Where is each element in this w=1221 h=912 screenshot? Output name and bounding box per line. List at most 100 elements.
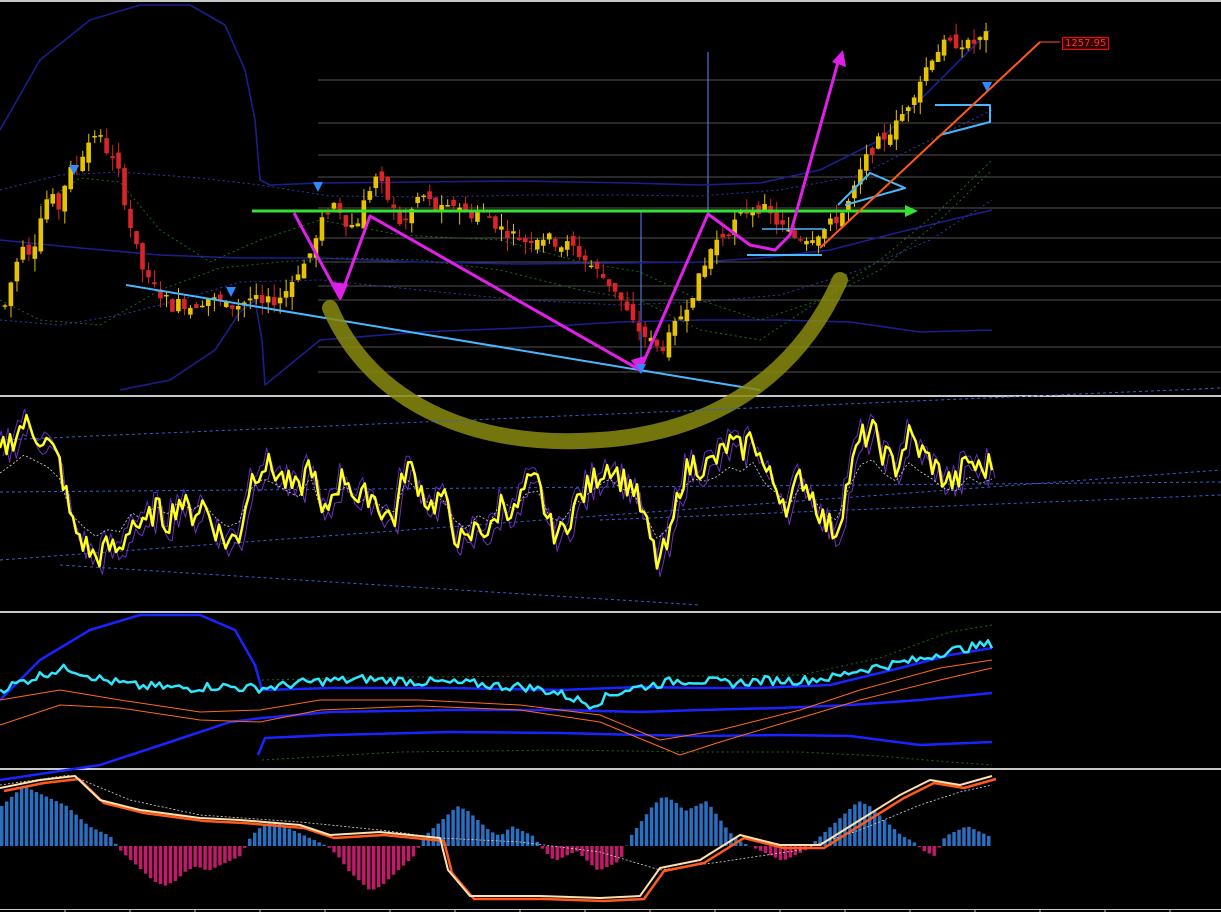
macd-histogram-bar: [9, 796, 14, 846]
candle-body: [235, 305, 241, 310]
candle-body: [2, 305, 8, 307]
candle-body: [720, 233, 726, 238]
candle-body: [523, 238, 528, 243]
candle-body: [164, 294, 169, 297]
candle-body: [810, 240, 815, 244]
macd-histogram-bar: [634, 828, 639, 846]
macd-histogram-bar: [649, 807, 654, 846]
macd-histogram-bar: [580, 846, 584, 857]
candle-body: [229, 305, 235, 309]
candle-body: [116, 152, 121, 169]
macd-histogram-bar: [987, 836, 991, 846]
candle-body: [259, 295, 265, 304]
candle-body: [923, 67, 929, 82]
macd-histogram-bar: [337, 846, 341, 858]
macd-histogram-bar: [982, 833, 986, 846]
zigzag-arrowhead: [832, 50, 846, 67]
macd-histogram-bar: [505, 829, 510, 846]
macd-histogram-bar: [704, 801, 708, 846]
candle-body: [899, 114, 905, 121]
green-band-line: [39, 159, 993, 321]
macd-histogram-bar: [605, 846, 609, 868]
trading-chart[interactable]: [0, 0, 1221, 912]
oscillator-signal-line: [2, 422, 996, 577]
macd-histogram-bar: [317, 842, 321, 846]
macd-histogram-bar: [372, 846, 376, 890]
candle-body: [301, 263, 307, 279]
candle-body: [146, 270, 151, 278]
candle-body: [421, 195, 426, 198]
macd-histogram-bar: [183, 846, 187, 872]
candle-body: [325, 212, 331, 215]
macd-histogram-bar: [322, 844, 326, 846]
candle-body: [535, 239, 540, 250]
macd-histogram-bar: [302, 835, 307, 846]
macd-histogram-bar: [500, 834, 505, 846]
macd-histogram-bar: [664, 797, 669, 846]
macd-histogram-bar: [138, 846, 143, 870]
macd-histogram-bar: [277, 824, 282, 846]
macd-signal-line: [3, 777, 997, 903]
chart-stage[interactable]: 1257.95: [0, 0, 1221, 912]
macd-histogram-bar: [396, 846, 401, 871]
macd-histogram-bar: [262, 824, 267, 846]
candle-body: [552, 238, 558, 247]
candle-body: [511, 231, 516, 234]
upper-envelope: [0, 4, 991, 186]
macd-histogram-bar: [877, 815, 882, 846]
price-label: 1257.95: [1062, 37, 1110, 50]
green-band-line: [0, 169, 993, 341]
oscillator-ma-line: [0, 455, 993, 539]
macd-histogram-bar: [14, 792, 19, 846]
candle-body: [893, 120, 899, 140]
candle-body: [475, 212, 480, 222]
candle-body: [678, 316, 684, 320]
macd-histogram-bar: [882, 819, 887, 846]
candle-body: [170, 299, 175, 312]
macd-histogram-bar: [907, 839, 912, 846]
candle-body: [289, 281, 295, 297]
macd-histogram-bar: [34, 792, 39, 846]
macd-histogram-bar: [347, 846, 351, 872]
macd-histogram-bar: [213, 846, 217, 868]
macd-histogram-bar: [178, 846, 183, 877]
macd-histogram-bar: [674, 802, 679, 846]
candle-body: [140, 243, 145, 270]
candle-body: [654, 339, 660, 346]
macd-histogram-bar: [977, 831, 981, 846]
candle-body: [62, 185, 68, 212]
macd-histogram-bar: [89, 827, 93, 846]
macd-histogram-bar: [79, 819, 83, 846]
trend-arrow: [819, 41, 1041, 249]
macd-histogram-bar: [4, 801, 9, 846]
macd-histogram-bar: [193, 846, 197, 867]
macd-histogram-bar: [119, 846, 123, 851]
candle-body: [905, 107, 911, 112]
macd-histogram-bar: [109, 836, 113, 846]
macd-histogram-bar: [570, 846, 574, 854]
macd-histogram-bar: [198, 846, 202, 868]
macd-histogram-bar: [287, 828, 292, 846]
bands-green-line: [261, 749, 993, 766]
candle-body: [493, 216, 498, 229]
macd-histogram-bar: [892, 829, 897, 846]
candle-body: [822, 228, 827, 239]
macd-histogram-bar: [208, 846, 212, 870]
macd-histogram-bar: [228, 846, 232, 861]
candle-body: [194, 304, 199, 308]
candle-body: [451, 199, 456, 206]
candle-body: [319, 217, 325, 241]
candle-body: [612, 283, 618, 292]
macd-histogram-bar: [937, 846, 941, 848]
macd-histogram-bar: [282, 826, 287, 846]
candle-body: [828, 218, 833, 225]
macd-histogram-bar: [19, 787, 24, 846]
candle-body: [588, 265, 594, 268]
macd-histogram-bar: [391, 846, 396, 875]
macd-histogram-bar: [699, 803, 703, 846]
candle-body: [708, 249, 714, 269]
macd-histogram-bar: [753, 846, 758, 849]
macd-histogram-bar: [252, 832, 257, 846]
candle-body: [690, 298, 696, 308]
candle-body: [792, 230, 797, 238]
